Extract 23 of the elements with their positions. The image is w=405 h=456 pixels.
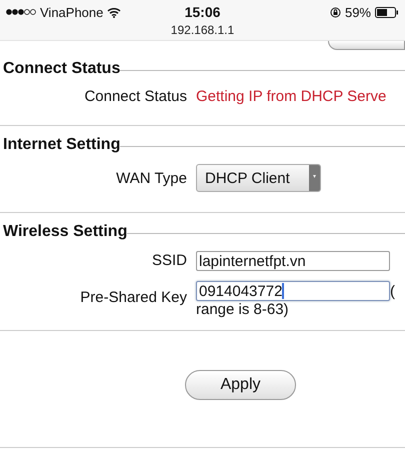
input-field[interactable]: 0914043772 [196, 281, 390, 301]
field-label: Pre-Shared Key [79, 288, 187, 306]
clock-time: 15:06 [184, 4, 220, 20]
carrier-name: VinaPhone [40, 4, 104, 20]
dropdown[interactable]: DHCP Client [196, 164, 321, 192]
field-label: SSID [150, 251, 187, 269]
section-title: Wireless Setting [2, 223, 128, 241]
hint-text: ( [390, 282, 395, 300]
apply-button[interactable]: Apply [185, 370, 296, 400]
rotation-lock-icon [330, 6, 341, 18]
battery-icon [375, 6, 399, 18]
button[interactable] [328, 41, 405, 50]
signal-icon [6, 8, 36, 16]
address-text: 192.168.1.1 [170, 23, 234, 37]
field-label: WAN Type [115, 170, 187, 186]
status-text: Getting IP from DHCP Serve [196, 88, 388, 105]
field-label: Connect Status [83, 88, 187, 105]
battery-percent: 59% [344, 4, 371, 20]
wifi-icon [107, 6, 122, 18]
section-title: Internet Setting [2, 136, 120, 154]
hint-text: range is 8-63) [196, 301, 290, 318]
input-field[interactable]: lapinternetfpt.vn [196, 251, 390, 271]
section-title: Connect Status [2, 60, 120, 78]
